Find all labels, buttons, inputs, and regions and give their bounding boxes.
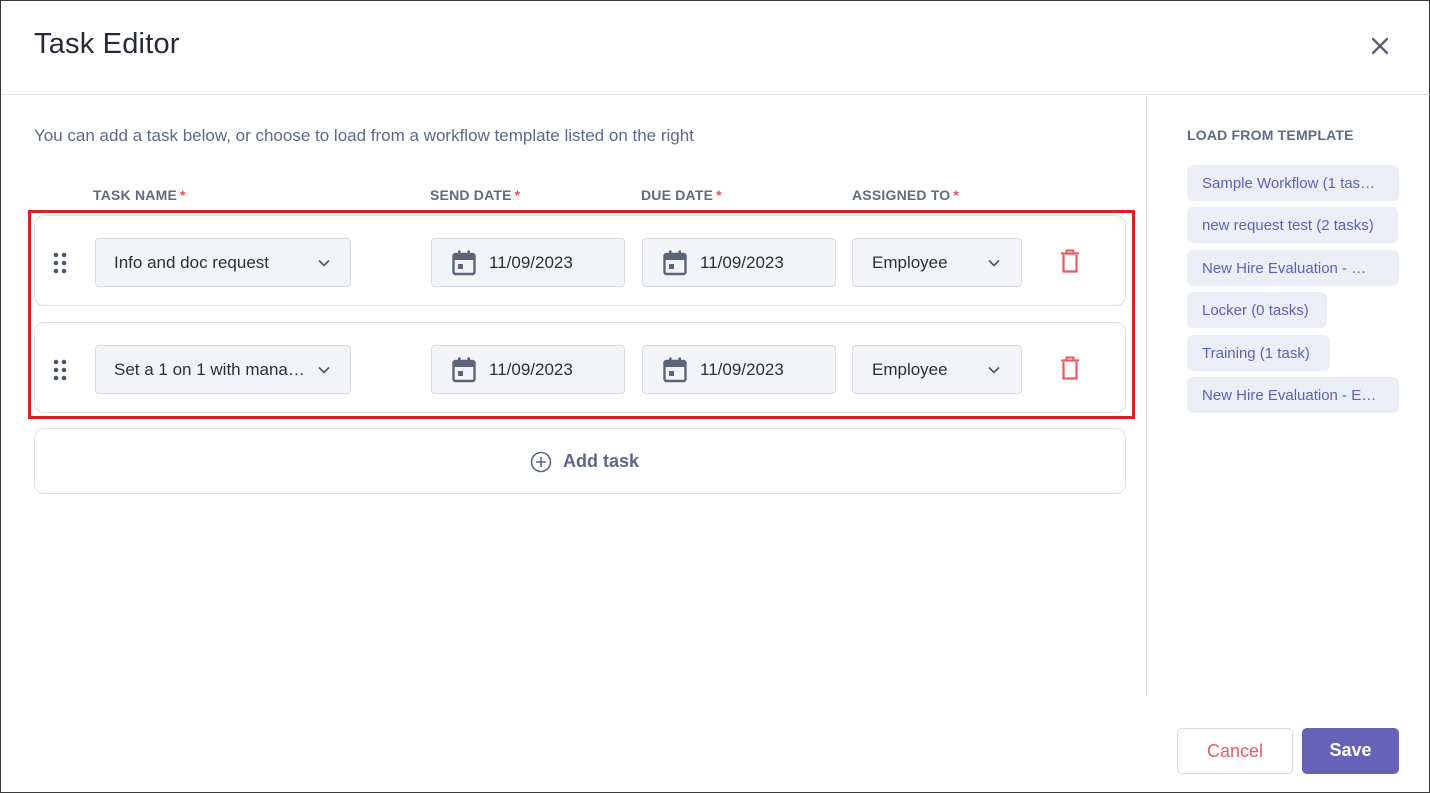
template-chip[interactable]: Sample Workflow (1 tas… — [1187, 165, 1399, 201]
chevron-down-icon — [988, 366, 1000, 374]
drag-handle-icon[interactable] — [53, 359, 67, 381]
sidebar-divider — [1146, 96, 1147, 696]
plus-circle-icon — [530, 451, 552, 473]
task-name-value: Info and doc request — [114, 253, 270, 272]
task-list-panel: You can add a task below, or choose to l… — [1, 96, 1146, 696]
assigned-to-select[interactable]: Employee — [852, 345, 1022, 394]
required-marker: * — [716, 187, 722, 203]
calendar-icon — [452, 250, 476, 276]
due-date-value: 11/09/2023 — [700, 253, 784, 272]
required-marker: * — [179, 187, 186, 203]
send-date-value: 11/09/2023 — [489, 360, 573, 379]
task-name-value: Set a 1 on 1 with mana… — [114, 360, 305, 379]
task-row: Set a 1 on 1 with mana… 11/09/2023 11/09… — [34, 322, 1126, 413]
calendar-icon — [663, 357, 687, 383]
save-button[interactable]: Save — [1302, 728, 1399, 774]
send-date-value: 11/09/2023 — [489, 253, 573, 272]
task-editor-dialog: Task Editor You can add a task below, or… — [0, 0, 1430, 793]
due-date-input[interactable]: 11/09/2023 — [642, 238, 836, 287]
drag-handle-icon[interactable] — [53, 252, 67, 274]
due-date-value: 11/09/2023 — [700, 360, 784, 379]
task-name-select[interactable]: Info and doc request — [95, 238, 351, 287]
required-marker: * — [514, 187, 521, 203]
dialog-title: Task Editor — [34, 28, 180, 60]
chevron-down-icon — [318, 366, 330, 374]
send-date-input[interactable]: 11/09/2023 — [431, 345, 625, 394]
task-row: Info and doc request 11/09/2023 11/09/20… — [34, 215, 1126, 306]
column-header-assigned-to: ASSIGNED TO * — [852, 187, 960, 203]
intro-text: You can add a task below, or choose to l… — [34, 126, 694, 145]
template-chip[interactable]: New Hire Evaluation - E… — [1187, 377, 1399, 413]
dialog-header: Task Editor — [2, 2, 1430, 95]
trash-icon[interactable] — [1060, 356, 1080, 380]
template-chip[interactable]: new request test (2 tasks) — [1187, 207, 1398, 243]
template-heading: LOAD FROM TEMPLATE — [1187, 127, 1354, 143]
required-marker: * — [953, 187, 960, 203]
chevron-down-icon — [988, 259, 1000, 267]
assigned-to-value: Employee — [872, 253, 948, 272]
close-icon[interactable] — [1366, 32, 1394, 60]
column-header-task-name: TASK NAME * — [93, 187, 186, 203]
trash-icon[interactable] — [1060, 249, 1080, 273]
assigned-to-select[interactable]: Employee — [852, 238, 1022, 287]
send-date-input[interactable]: 11/09/2023 — [431, 238, 625, 287]
chevron-down-icon — [318, 259, 330, 267]
column-header-send-date: SEND DATE * — [430, 187, 521, 203]
template-chip[interactable]: Training (1 task) — [1187, 335, 1330, 371]
assigned-to-value: Employee — [872, 360, 948, 379]
cancel-button[interactable]: Cancel — [1177, 728, 1293, 774]
template-chip[interactable]: Locker (0 tasks) — [1187, 292, 1327, 328]
add-task-button[interactable]: Add task — [34, 428, 1126, 494]
calendar-icon — [452, 357, 476, 383]
column-header-due-date: DUE DATE * — [641, 187, 722, 203]
add-task-label: Add task — [563, 451, 640, 471]
template-chip[interactable]: New Hire Evaluation - … — [1187, 250, 1399, 286]
task-name-select[interactable]: Set a 1 on 1 with mana… — [95, 345, 351, 394]
calendar-icon — [663, 250, 687, 276]
due-date-input[interactable]: 11/09/2023 — [642, 345, 836, 394]
